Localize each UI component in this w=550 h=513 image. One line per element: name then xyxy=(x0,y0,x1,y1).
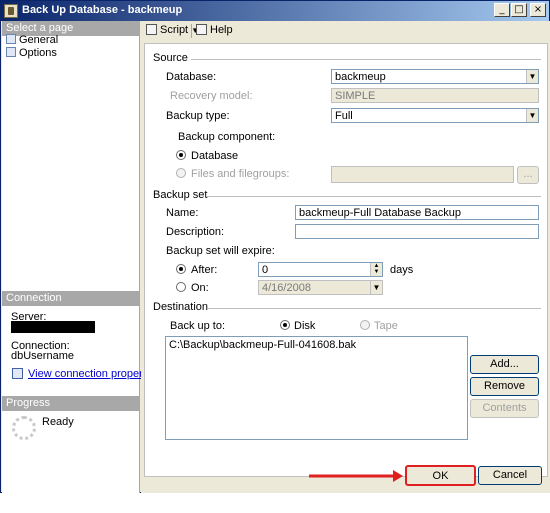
after-label: After: xyxy=(191,264,218,276)
spin-stepper[interactable]: ▲ ▼ xyxy=(370,263,382,276)
component-files-label: Files and filegroups: xyxy=(191,168,290,180)
after-days-value: 0 xyxy=(262,264,269,276)
server-value-redacted xyxy=(11,321,95,333)
list-item[interactable]: C:\Backup\backmeup-Full-041608.bak xyxy=(169,339,464,351)
backup-type-value: Full xyxy=(335,110,353,122)
page-general[interactable]: General xyxy=(6,34,58,47)
divider xyxy=(191,59,541,60)
backup-type-label: Backup type: xyxy=(166,110,230,122)
database-label: Database: xyxy=(166,71,217,83)
page-general-label: General xyxy=(19,34,59,46)
destination-heading: Destination xyxy=(153,301,209,313)
ok-button[interactable]: OK xyxy=(405,465,476,486)
files-filegroups-field xyxy=(331,166,514,183)
after-days-input[interactable]: 0 ▲ ▼ xyxy=(258,262,383,277)
backup-component-label: Backup component: xyxy=(178,131,276,143)
on-label: On: xyxy=(191,282,209,294)
chevron-down-icon[interactable]: ▼ xyxy=(370,281,382,294)
script-icon xyxy=(146,24,157,35)
component-files-radio[interactable] xyxy=(176,168,186,178)
destination-list[interactable]: C:\Backup\backmeup-Full-041608.bak xyxy=(165,336,468,440)
main-panel: Script ▼ Help Source Database: backmeup … xyxy=(141,21,550,493)
description-input[interactable] xyxy=(295,224,539,239)
component-database-label: Database xyxy=(191,150,239,162)
window-title: Back Up Database - backmeup xyxy=(22,4,183,16)
minimize-button[interactable]: _ xyxy=(494,3,510,17)
expire-date-picker[interactable]: 4/16/2008 ▼ xyxy=(258,280,383,295)
recovery-model-field: SIMPLE xyxy=(331,88,539,103)
arrow-icon xyxy=(309,470,403,482)
properties-icon xyxy=(12,368,23,379)
close-button[interactable]: × xyxy=(530,3,546,17)
backup-name-input[interactable]: backmeup-Full Database Backup xyxy=(295,205,539,220)
back-up-to-label: Back up to: xyxy=(170,320,226,332)
database-value: backmeup xyxy=(335,71,386,83)
view-connection-properties-link[interactable]: View connection properties xyxy=(12,368,160,380)
toolbar: Script ▼ Help xyxy=(141,21,550,41)
title-bar[interactable]: Back Up Database - backmeup _ □ × xyxy=(1,1,549,21)
backup-set-heading: Backup set xyxy=(153,189,208,201)
connection-value: dbUsername xyxy=(11,350,74,362)
days-label: days xyxy=(390,264,414,276)
progress-spinner-icon xyxy=(12,416,36,440)
chevron-down-icon[interactable]: ▼ xyxy=(526,109,538,122)
divider xyxy=(207,196,541,197)
disk-radio[interactable] xyxy=(280,320,290,330)
source-heading: Source xyxy=(153,52,188,64)
expire-after-radio[interactable] xyxy=(176,264,186,274)
name-label: Name: xyxy=(166,207,199,219)
script-label: Script xyxy=(160,24,189,36)
remove-button[interactable]: Remove xyxy=(470,377,539,396)
page-icon xyxy=(6,47,16,57)
expire-label: Backup set will expire: xyxy=(166,245,275,257)
page-options[interactable]: Options xyxy=(6,47,57,60)
page-options-label: Options xyxy=(19,47,57,59)
divider xyxy=(207,308,541,309)
connection-header: Connection xyxy=(2,291,140,306)
disk-label: Disk xyxy=(294,320,316,332)
progress-status: Ready xyxy=(42,416,74,428)
help-label: Help xyxy=(210,24,233,36)
add-button[interactable]: Add... xyxy=(470,355,539,374)
progress-header: Progress xyxy=(2,396,140,411)
browse-files-button[interactable]: ... xyxy=(517,166,539,184)
page-icon xyxy=(6,34,16,44)
component-database-radio[interactable] xyxy=(176,150,186,160)
contents-button[interactable]: Contents xyxy=(470,399,539,418)
database-icon xyxy=(4,4,18,18)
help-icon xyxy=(196,24,207,35)
chevron-down-icon[interactable]: ▼ xyxy=(526,70,538,83)
recovery-model-label: Recovery model: xyxy=(170,90,253,102)
description-label: Description: xyxy=(166,226,225,238)
expire-date-value: 4/16/2008 xyxy=(262,282,311,294)
tape-label: Tape xyxy=(374,320,398,332)
maximize-button[interactable]: □ xyxy=(511,3,527,17)
expire-on-radio[interactable] xyxy=(176,282,186,292)
backup-type-select[interactable]: Full ▼ xyxy=(331,108,539,123)
help-button[interactable]: Help xyxy=(196,24,233,36)
spin-down-icon[interactable]: ▼ xyxy=(371,269,382,275)
cancel-button[interactable]: Cancel xyxy=(478,466,542,485)
tape-radio[interactable] xyxy=(360,320,370,330)
content-area: Source Database: backmeup ▼ Recovery mod… xyxy=(144,43,548,477)
backup-dialog: Back Up Database - backmeup _ □ × Select… xyxy=(0,0,550,493)
left-panel: Select a page General Options Connection… xyxy=(2,21,160,493)
toolbar-separator xyxy=(191,24,192,38)
database-select[interactable]: backmeup ▼ xyxy=(331,69,539,84)
